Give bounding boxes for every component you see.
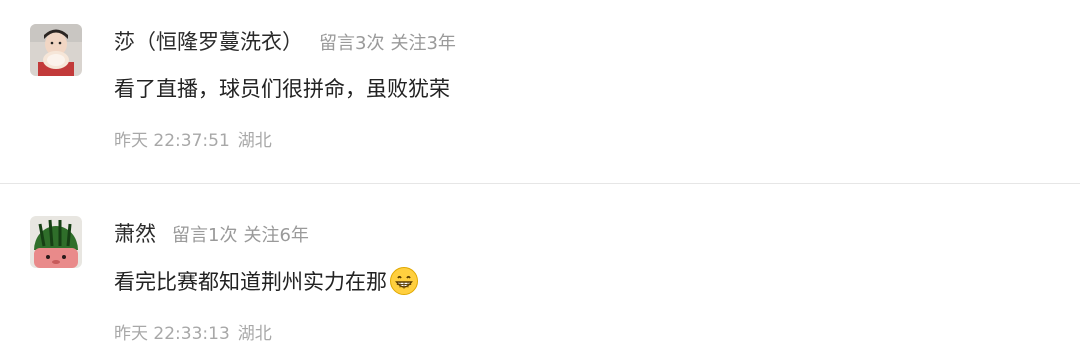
avatar[interactable] — [30, 24, 82, 76]
message-count: 留言1次 — [172, 225, 238, 246]
comment-time: 昨天 22:37:51 — [114, 131, 230, 151]
comment-text: 看完比赛都知道荆州实力在那 — [114, 270, 387, 294]
comment-item: 萧然 留言1次 关注6年 看完比赛都知道荆州实力在那 昨天 22:33:13 湖北 — [0, 184, 1080, 351]
nickname[interactable]: 莎（恒隆罗蔓洗衣） — [114, 26, 303, 56]
comment-content: 看了直播，球员们很拼命，虽败犹荣 — [114, 73, 450, 103]
comment-footer: 昨天 22:37:51 湖北 — [114, 126, 272, 151]
comment-content: 看完比赛都知道荆州实力在那 — [114, 266, 419, 296]
comment-location: 湖北 — [237, 324, 272, 344]
grinning-face-icon — [389, 266, 419, 296]
comment-text: 看了直播，球员们很拼命，虽败犹荣 — [114, 77, 450, 101]
comment-item: 莎（恒隆罗蔓洗衣） 留言3次 关注3年 看了直播，球员们很拼命，虽败犹荣 昨天 … — [0, 0, 1080, 183]
nickname[interactable]: 萧然 — [114, 218, 156, 248]
comment-header: 莎（恒隆罗蔓洗衣） 留言3次 关注3年 — [114, 26, 456, 58]
follow-duration: 关注6年 — [243, 225, 309, 246]
comment-footer: 昨天 22:33:13 湖北 — [114, 319, 272, 344]
watermelon-avatar-icon — [30, 216, 82, 268]
child-holding-bread-avatar-icon — [30, 24, 82, 76]
follow-duration: 关注3年 — [390, 33, 456, 54]
avatar[interactable] — [30, 216, 82, 268]
comment-time: 昨天 22:33:13 — [114, 324, 230, 344]
message-count: 留言3次 — [319, 33, 385, 54]
comment-header: 萧然 留言1次 关注6年 — [114, 218, 309, 250]
comment-location: 湖北 — [237, 131, 272, 151]
